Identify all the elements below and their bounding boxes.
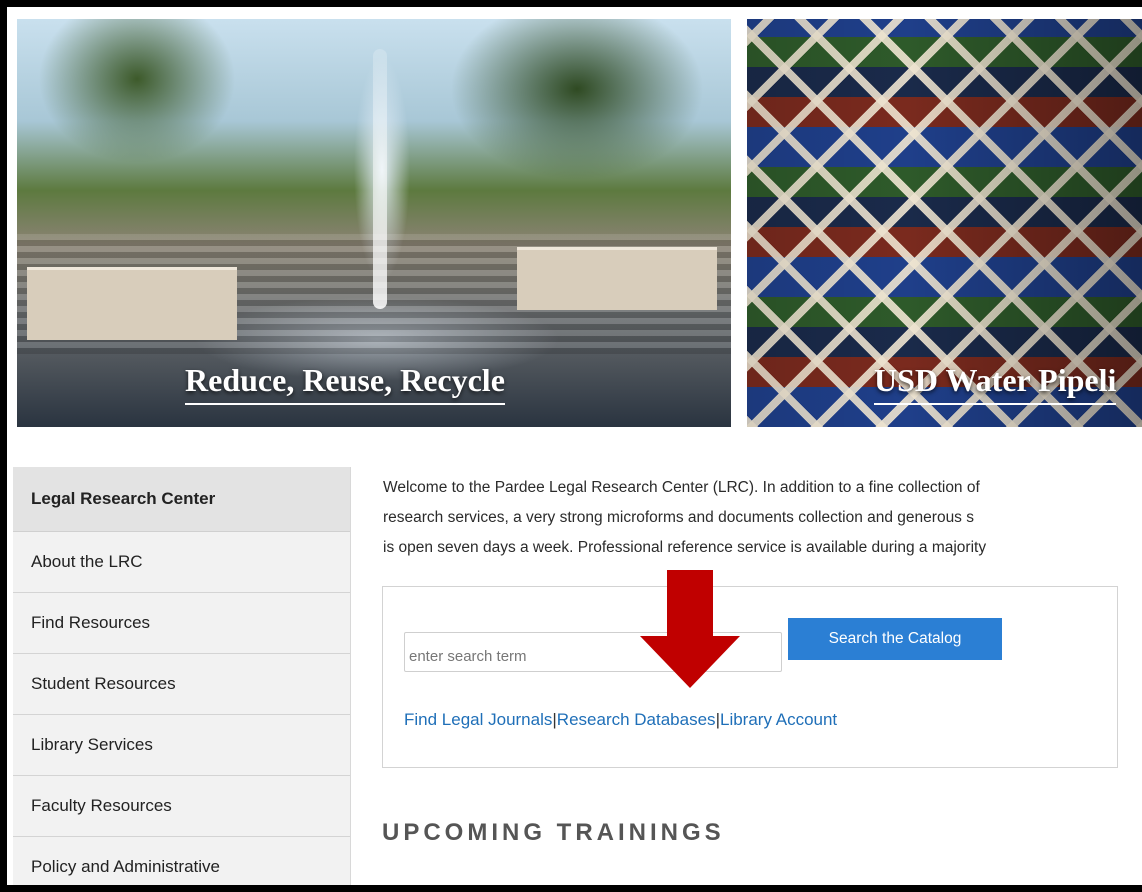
- hero-image-planter: [517, 247, 717, 310]
- hero-banner-recycle[interactable]: Reduce, Reuse, Recycle: [17, 19, 731, 427]
- quick-links: Find Legal Journals|Research Databases|L…: [404, 710, 837, 730]
- arrow-down-icon: [640, 570, 740, 688]
- hero-image-planter: [27, 267, 237, 340]
- hero-banner-water-pipeline[interactable]: USD Water Pipeli: [747, 19, 1142, 427]
- hero-caption[interactable]: Reduce, Reuse, Recycle: [185, 362, 505, 405]
- page-frame: Reduce, Reuse, Recycle USD Water Pipeli …: [7, 7, 1142, 885]
- intro-text: Welcome to the Pardee Legal Research Cen…: [383, 473, 1142, 563]
- sidebar-item-library-services[interactable]: Library Services: [13, 715, 350, 776]
- search-catalog-button[interactable]: Search the Catalog: [788, 618, 1002, 660]
- sidebar-item-policy[interactable]: Policy and Administrative: [13, 837, 350, 885]
- sidebar-item-find-resources[interactable]: Find Resources: [13, 593, 350, 654]
- intro-line: Welcome to the Pardee Legal Research Cen…: [383, 479, 980, 496]
- sidebar-header[interactable]: Legal Research Center: [13, 467, 350, 532]
- link-research-databases[interactable]: Research Databases: [557, 710, 716, 729]
- intro-line: research services, a very strong microfo…: [383, 509, 974, 526]
- sidebar-nav: Legal Research Center About the LRC Find…: [13, 467, 351, 885]
- hero-caption[interactable]: USD Water Pipeli: [874, 362, 1117, 405]
- catalog-search-box: Search the Catalog Find Legal Journals|R…: [382, 586, 1118, 768]
- link-library-account[interactable]: Library Account: [720, 710, 837, 729]
- link-find-legal-journals[interactable]: Find Legal Journals: [404, 710, 552, 729]
- intro-line: is open seven days a week. Professional …: [383, 539, 987, 556]
- upcoming-trainings-heading: UPCOMING TRAININGS: [382, 819, 725, 846]
- sidebar-item-about[interactable]: About the LRC: [13, 532, 350, 593]
- sidebar-item-faculty-resources[interactable]: Faculty Resources: [13, 776, 350, 837]
- arrow-down-shape: [640, 570, 740, 688]
- sidebar-item-student-resources[interactable]: Student Resources: [13, 654, 350, 715]
- hero-image-fountain: [373, 49, 387, 309]
